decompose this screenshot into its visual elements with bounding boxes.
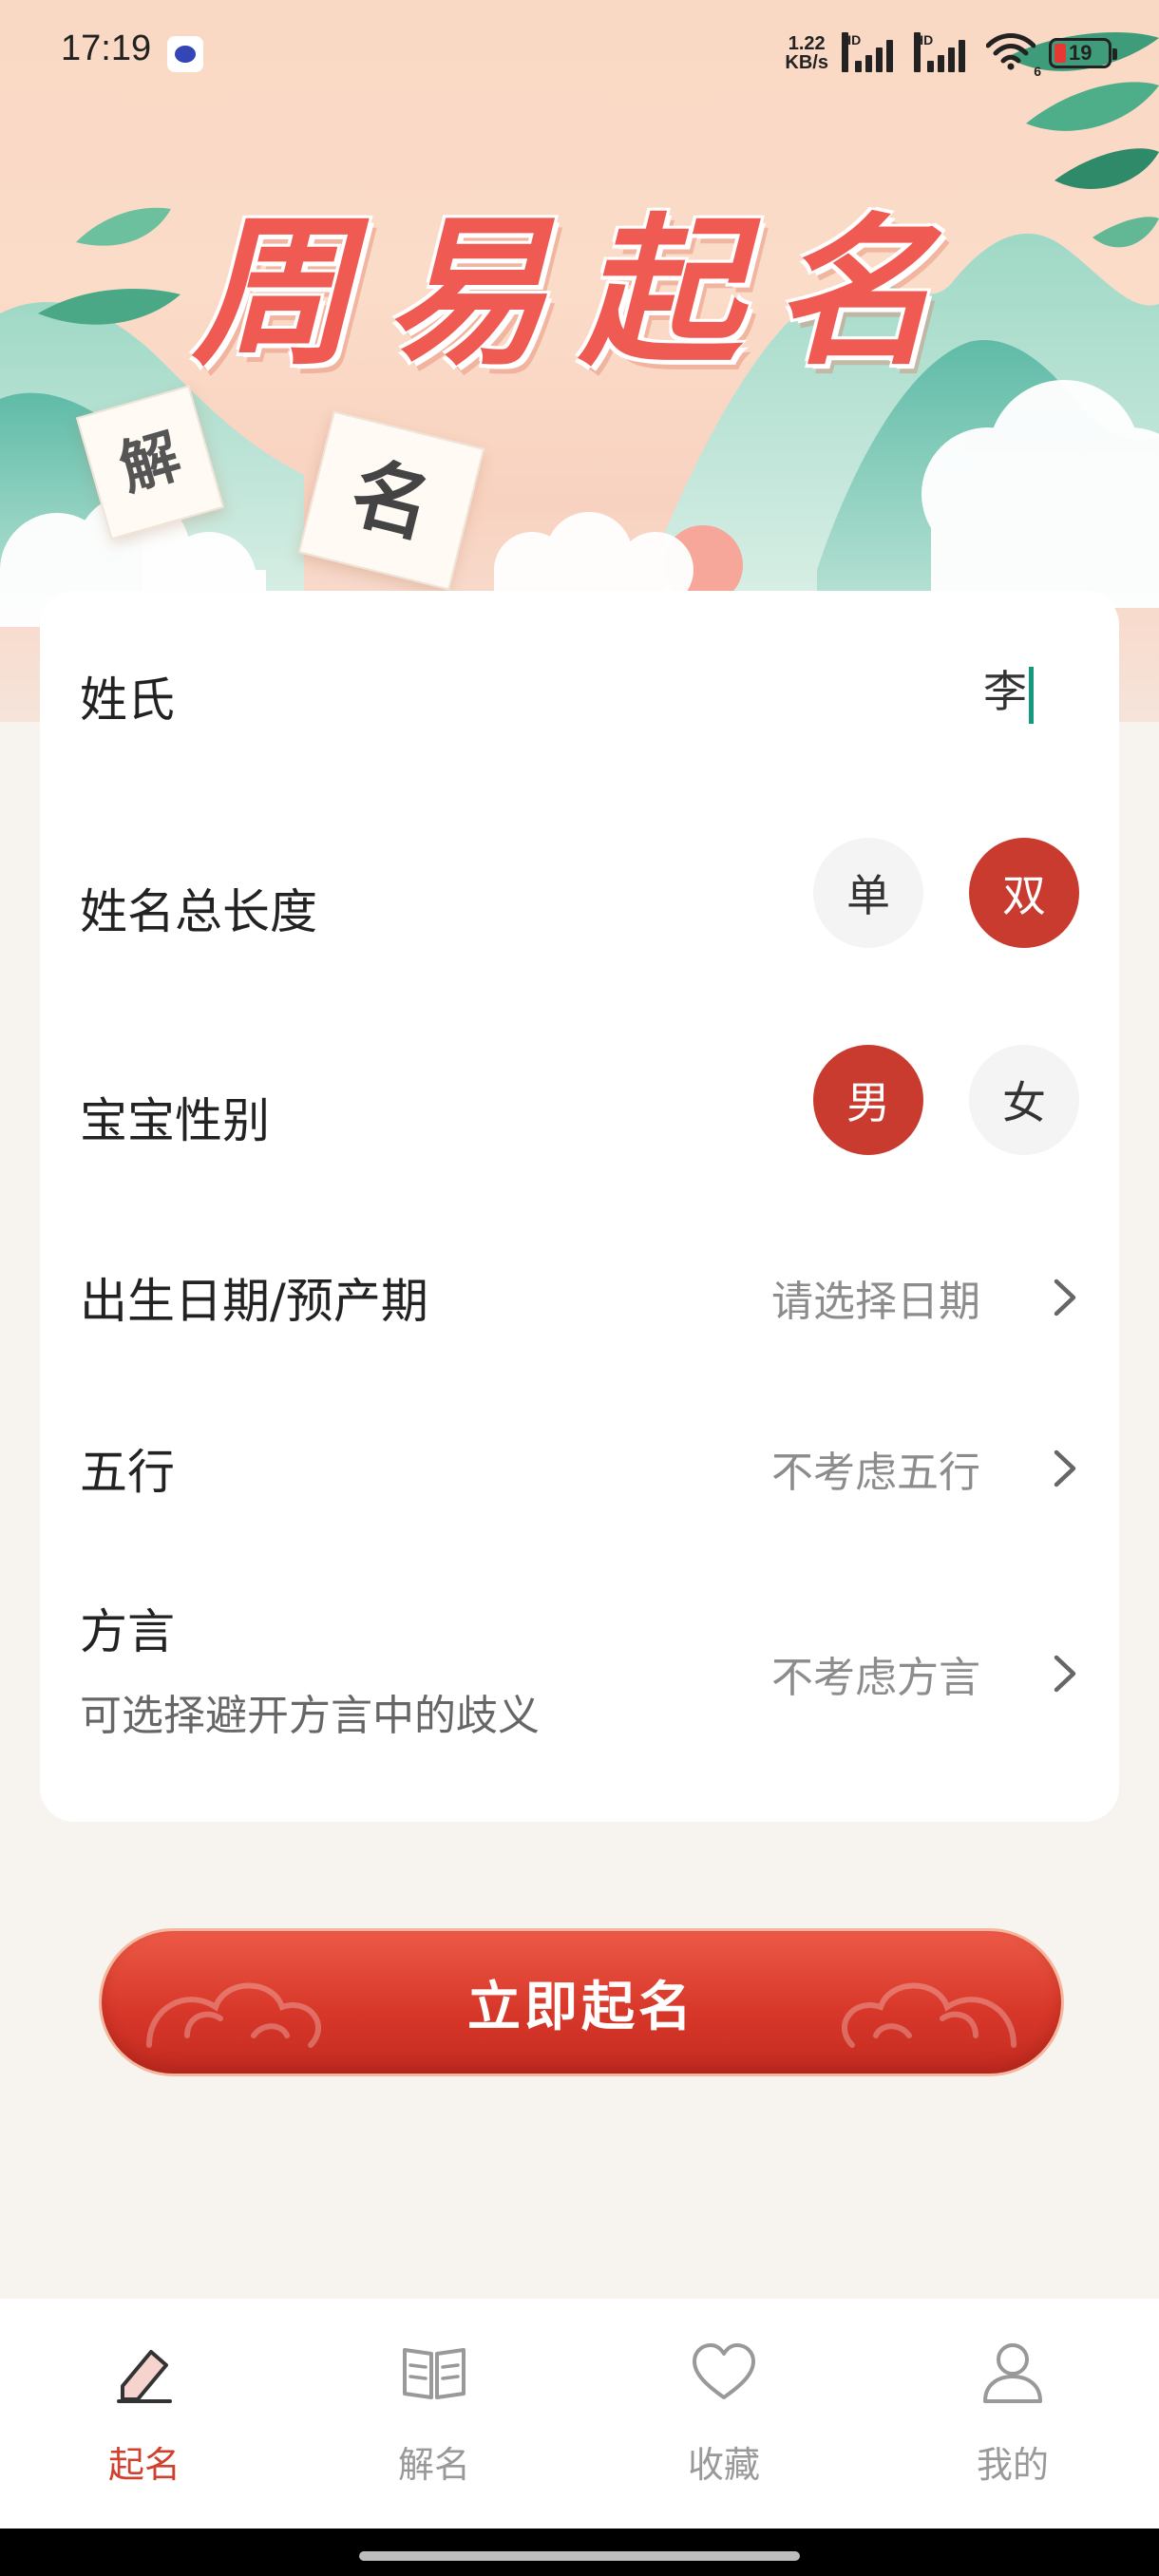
pencil-icon	[117, 2350, 172, 2403]
wifi-status: 6	[985, 32, 1041, 79]
five-elements-row[interactable]: 五行 不考虑五行	[80, 1417, 1079, 1512]
nav-tab-favorites[interactable]: 收藏	[629, 2337, 819, 2488]
notification-app-icon	[167, 36, 203, 72]
surname-label: 姓氏	[80, 672, 175, 728]
name-length-row: 姓名总长度 单 双	[80, 838, 1079, 971]
status-icons: 1.22 KB/s HD HD 6 19	[785, 32, 1117, 79]
bottom-navigation: 起名 解名 收藏 我的	[0, 2299, 1159, 2529]
name-length-options: 单 双	[813, 838, 1079, 948]
status-time: 17:19	[61, 28, 152, 68]
naming-form-card: 姓氏 李 姓名总长度 单 双 宝宝性别 男 女 出生日期/预产期 请选择日期 五…	[40, 591, 1119, 1822]
home-indicator[interactable]	[359, 2551, 800, 2561]
battery-icon: 19	[1049, 38, 1117, 68]
cell-signal-icon: HD	[842, 32, 901, 72]
network-speed-value: 1.22	[788, 33, 826, 54]
chevron-right-icon	[1054, 1279, 1076, 1316]
start-naming-button[interactable]: 立即起名	[99, 1928, 1064, 2076]
dialect-sublabel: 可选择避开方言中的歧义	[80, 1692, 540, 1740]
user-icon	[983, 2343, 1042, 2403]
five-elements-picker[interactable]: 不考虑五行	[771, 1438, 1079, 1499]
network-speed-unit: KB/s	[785, 52, 828, 73]
birth-date-picker[interactable]: 请选择日期	[771, 1267, 1079, 1328]
network-speed: 1.22 KB/s	[785, 34, 828, 72]
birth-date-label: 出生日期/预产期	[80, 1274, 428, 1329]
gender-label: 宝宝性别	[80, 1093, 270, 1148]
book-icon	[403, 2348, 466, 2399]
nav-tab-naming[interactable]: 起名	[49, 2337, 239, 2488]
five-elements-value: 不考虑五行	[771, 1449, 980, 1497]
nav-label-profile: 我的	[976, 2444, 1049, 2486]
gender-option-female[interactable]: 女	[969, 1045, 1079, 1155]
chevron-right-icon	[1054, 1449, 1076, 1487]
start-naming-label: 立即起名	[467, 1976, 695, 2038]
birth-date-placeholder: 请选择日期	[771, 1278, 980, 1326]
gender-options: 男 女	[813, 1045, 1079, 1155]
dialect-row[interactable]: 方言 可选择避开方言中的歧义 不考虑方言	[80, 1579, 1079, 1750]
text-cursor	[1029, 666, 1034, 724]
name-length-label: 姓名总长度	[80, 884, 317, 939]
surname-input[interactable]: 李	[983, 657, 1079, 724]
dialect-value: 不考虑方言	[771, 1654, 980, 1702]
surname-row: 姓氏 李	[80, 591, 1079, 781]
hd-badge-2: HD	[914, 32, 933, 72]
nav-label-interpret: 解名	[397, 2444, 470, 2486]
wifi-icon	[985, 32, 1036, 69]
hero-title: 周易起名	[191, 198, 967, 388]
nav-tab-profile[interactable]: 我的	[918, 2337, 1108, 2488]
gender-row: 宝宝性别 男 女	[80, 1045, 1079, 1178]
cloud-pattern-icon	[146, 1982, 321, 2048]
dialect-label: 方言	[80, 1604, 175, 1659]
cloud-pattern-icon-2	[842, 1982, 1016, 2048]
battery-level: 19	[1069, 41, 1092, 65]
surname-value: 李	[983, 657, 1039, 724]
dialect-picker[interactable]: 不考虑方言	[771, 1643, 1079, 1704]
heart-icon	[693, 2343, 755, 2399]
hd-badge: HD	[842, 32, 861, 72]
cell-signal-icon-2: HD	[914, 32, 973, 72]
status-bar: 17:19 1.22 KB/s HD HD 6 19	[0, 0, 1159, 104]
length-option-double[interactable]: 双	[969, 838, 1079, 948]
birth-date-row[interactable]: 出生日期/预产期 请选择日期	[80, 1246, 1079, 1341]
nav-label-favorites: 收藏	[687, 2444, 760, 2486]
nav-tab-interpret[interactable]: 解名	[339, 2337, 529, 2488]
chevron-right-icon	[1054, 1655, 1076, 1693]
gender-option-male[interactable]: 男	[813, 1045, 923, 1155]
five-elements-label: 五行	[80, 1445, 175, 1500]
wifi-badge: 6	[1034, 63, 1041, 79]
nav-label-naming: 起名	[107, 2444, 180, 2486]
length-option-single[interactable]: 单	[813, 838, 923, 948]
